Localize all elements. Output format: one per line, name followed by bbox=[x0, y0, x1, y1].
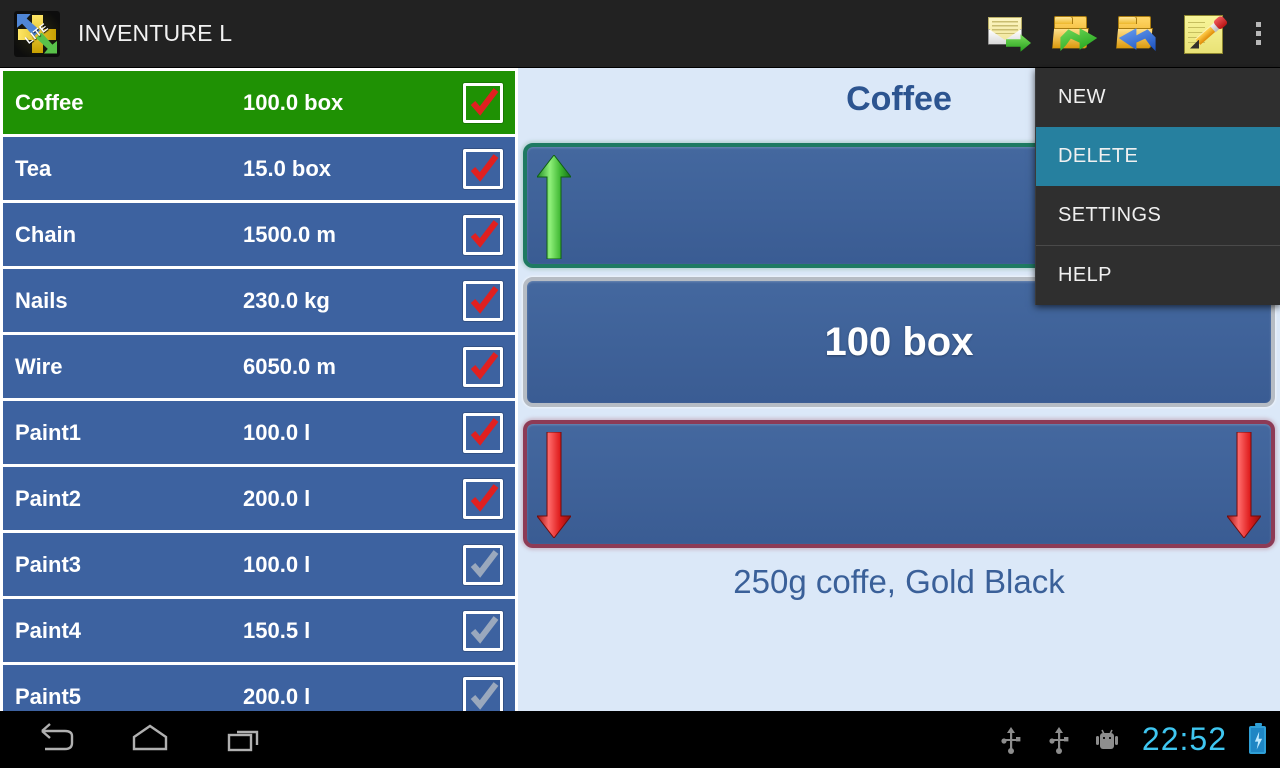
list-item[interactable]: Paint1 100.0 l bbox=[0, 398, 518, 464]
list-item[interactable]: Paint2 200.0 l bbox=[0, 464, 518, 530]
list-item-name: Nails bbox=[15, 287, 68, 313]
import-icon bbox=[1116, 12, 1164, 56]
screen-root: LITE INVENTURE L Coffee 100.0 box Tea 15… bbox=[0, 0, 1280, 768]
list-item-checkbox[interactable] bbox=[463, 148, 503, 189]
send-mail-icon bbox=[988, 12, 1036, 56]
list-item-quantity: 1500.0 m bbox=[243, 221, 336, 247]
recents-icon bbox=[227, 730, 259, 751]
usb-icon bbox=[998, 725, 1024, 755]
list-item[interactable]: Tea 15.0 box bbox=[0, 134, 518, 200]
send-mail-button[interactable] bbox=[980, 0, 1044, 68]
list-item-checkbox[interactable] bbox=[463, 676, 503, 711]
list-item-quantity: 100.0 l bbox=[243, 419, 311, 445]
menu-item-delete[interactable]: DELETE bbox=[1036, 127, 1280, 186]
list-item-checkbox[interactable] bbox=[463, 478, 503, 519]
list-item-quantity: 100.0 l bbox=[243, 551, 311, 577]
list-item-quantity: 200.0 l bbox=[243, 485, 311, 511]
list-item[interactable]: Coffee 100.0 box bbox=[0, 68, 518, 134]
export-button[interactable] bbox=[1044, 0, 1108, 68]
overflow-dot-icon bbox=[1255, 31, 1261, 36]
import-button[interactable] bbox=[1108, 0, 1172, 68]
status-icons: 22:52 bbox=[998, 721, 1266, 758]
list-item-name: Paint5 bbox=[15, 683, 82, 709]
usb-debug-icon bbox=[1046, 725, 1072, 755]
list-item-name: Paint3 bbox=[15, 551, 82, 577]
list-item-name: Paint1 bbox=[15, 419, 82, 445]
menu-item-settings[interactable]: SETTINGS bbox=[1036, 186, 1280, 245]
list-item-quantity: 100.0 box bbox=[243, 89, 344, 115]
action-bar: LITE INVENTURE L bbox=[0, 0, 1280, 68]
detail-description: 250g coffe, Gold Black bbox=[733, 563, 1065, 600]
home-icon bbox=[132, 724, 168, 750]
app-logo-lite-icon[interactable]: LITE bbox=[14, 10, 60, 57]
android-debug-icon bbox=[1094, 725, 1120, 755]
app-logo-lite-badge: LITE bbox=[23, 20, 51, 47]
list-item-quantity: 15.0 box bbox=[243, 155, 332, 181]
arrow-up-green-icon bbox=[537, 155, 571, 259]
list-item[interactable]: Nails 230.0 kg bbox=[0, 266, 518, 332]
list-item-checkbox[interactable] bbox=[463, 280, 503, 321]
overflow-menu-button[interactable] bbox=[1236, 0, 1280, 68]
back-icon bbox=[41, 722, 74, 750]
list-item[interactable]: Paint4 150.5 l bbox=[0, 596, 518, 662]
edit-icon bbox=[1180, 12, 1229, 56]
list-item-name: Wire bbox=[15, 353, 63, 379]
navigation-buttons bbox=[32, 722, 268, 757]
list-item-checkbox[interactable] bbox=[463, 214, 503, 255]
battery-charging-icon bbox=[1249, 722, 1266, 754]
export-icon bbox=[1052, 12, 1100, 56]
overflow-dot-icon bbox=[1255, 40, 1261, 45]
list-item-name: Paint4 bbox=[15, 617, 82, 643]
list-item-checkbox[interactable] bbox=[463, 82, 503, 123]
arrow-down-red-icon bbox=[537, 432, 571, 538]
list-item-name: Paint2 bbox=[15, 485, 82, 511]
list-item-checkbox[interactable] bbox=[463, 610, 503, 651]
home-button[interactable] bbox=[128, 723, 172, 757]
arrow-down-red-icon bbox=[1227, 432, 1261, 538]
decrease-panel[interactable] bbox=[523, 420, 1275, 548]
system-navigation-bar: 22:52 bbox=[0, 711, 1280, 768]
list-item-quantity: 6050.0 m bbox=[243, 353, 336, 379]
list-item-quantity: 230.0 kg bbox=[243, 287, 330, 313]
list-item-checkbox[interactable] bbox=[463, 412, 503, 453]
list-item-checkbox[interactable] bbox=[463, 544, 503, 585]
list-item-quantity: 200.0 l bbox=[243, 683, 311, 709]
recents-button[interactable] bbox=[224, 723, 268, 757]
menu-item-new[interactable]: NEW bbox=[1036, 68, 1280, 127]
status-clock: 22:52 bbox=[1141, 721, 1227, 757]
menu-item-help[interactable]: HELP bbox=[1036, 246, 1280, 305]
list-item-checkbox[interactable] bbox=[463, 346, 503, 387]
list-item-quantity: 150.5 l bbox=[243, 617, 311, 643]
action-bar-buttons bbox=[980, 0, 1280, 68]
list-item[interactable]: Paint3 100.0 l bbox=[0, 530, 518, 596]
app-title: INVENTURE L bbox=[78, 20, 233, 46]
list-item[interactable]: Wire 6050.0 m bbox=[0, 332, 518, 398]
back-button[interactable] bbox=[32, 722, 76, 757]
inventory-list[interactable]: Coffee 100.0 box Tea 15.0 box Chain 1500.0 m N… bbox=[0, 68, 518, 711]
list-item[interactable]: Chain 1500.0 m bbox=[0, 200, 518, 266]
edit-button[interactable] bbox=[1172, 0, 1236, 68]
overflow-dot-icon bbox=[1255, 22, 1261, 27]
list-item-name: Chain bbox=[15, 221, 77, 247]
overflow-menu[interactable]: NEW DELETE SETTINGS HELP bbox=[1035, 68, 1280, 305]
list-item-name: Coffee bbox=[15, 89, 84, 115]
list-item[interactable]: Paint5 200.0 l bbox=[0, 662, 518, 711]
list-item-name: Tea bbox=[15, 155, 52, 181]
